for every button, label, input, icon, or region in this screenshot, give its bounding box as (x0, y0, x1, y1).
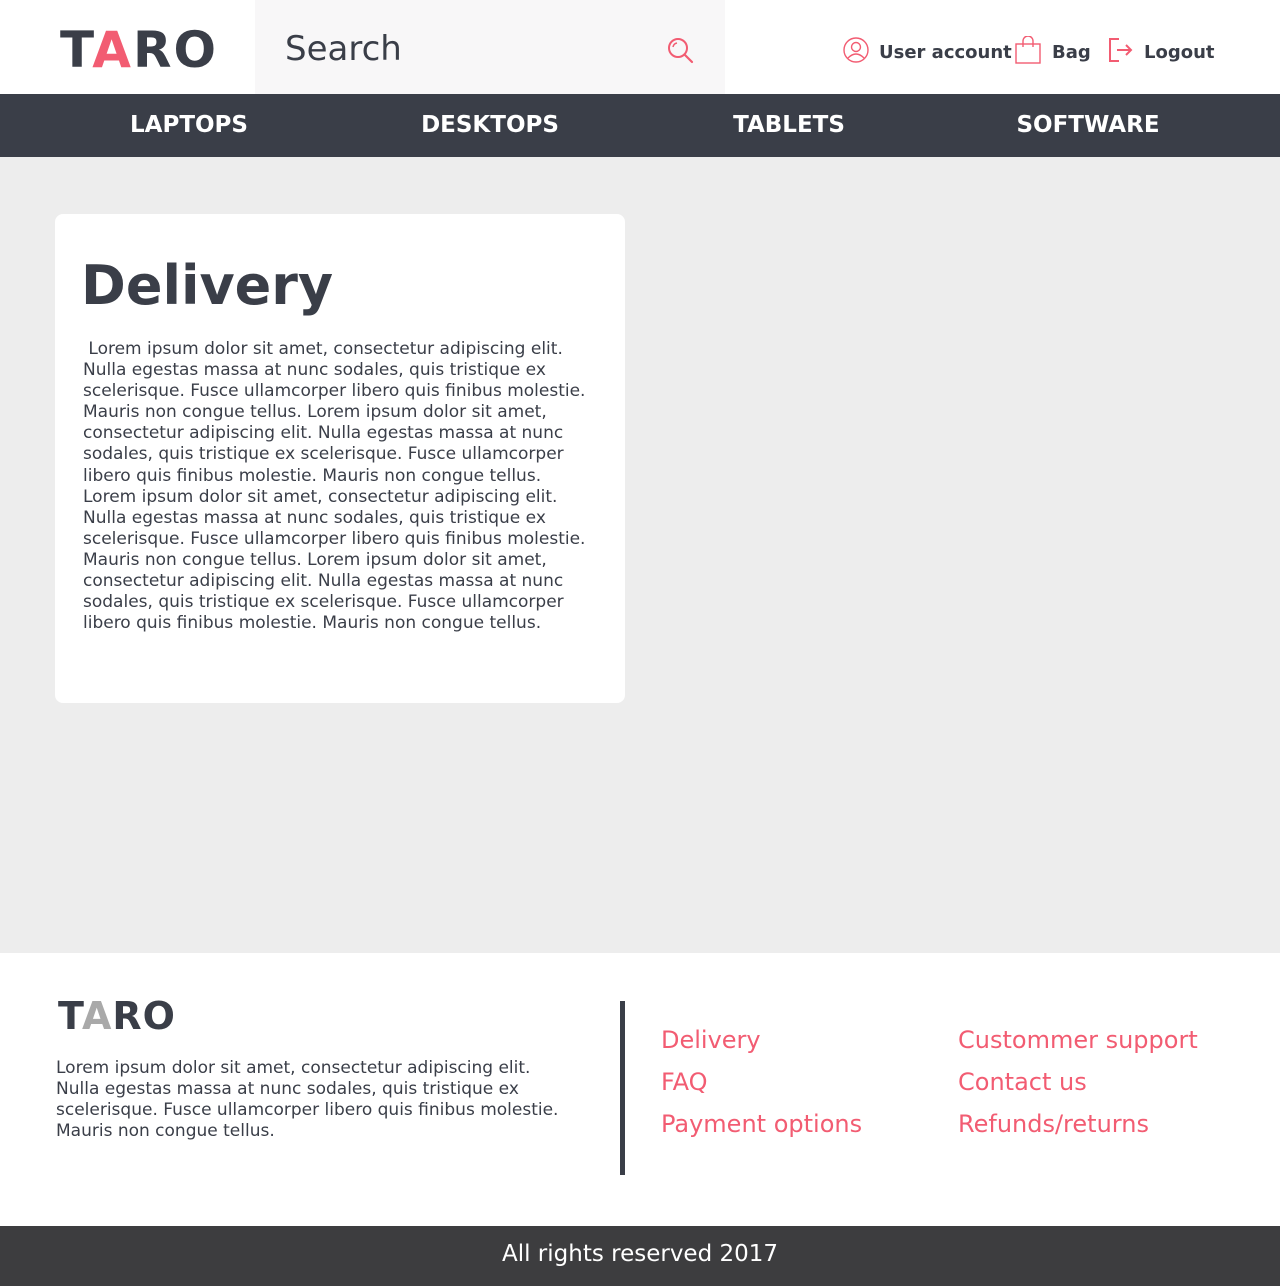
footer-logo-letter-t: T (58, 994, 82, 1038)
user-account-label: User account (879, 41, 1012, 63)
footer: TARO Lorem ipsum dolor sit amet, consect… (0, 953, 1280, 1226)
bag-icon (1014, 34, 1052, 69)
footer-link-refunds-returns[interactable]: Refunds/returns (958, 1109, 1149, 1139)
logout-icon (1108, 37, 1144, 68)
footer-link-delivery[interactable]: Delivery (661, 1025, 761, 1055)
footer-link-faq[interactable]: FAQ (661, 1067, 708, 1097)
copyright-bar: All rights reserved 2017 (0, 1226, 1280, 1286)
footer-link-contact-us[interactable]: Contact us (958, 1067, 1087, 1097)
delivery-card: Delivery Lorem ipsum dolor sit amet, con… (55, 214, 625, 703)
copyright-text: All rights reserved 2017 (501, 1241, 779, 1267)
nav-item-tablets[interactable]: TABLETS (669, 94, 909, 157)
bag-label: Bag (1052, 41, 1091, 63)
logout-link[interactable]: Logout (1108, 36, 1215, 68)
nav-item-desktops[interactable]: DESKTOPS (370, 94, 610, 157)
delivery-text: Lorem ipsum dolor sit amet, consectetur … (83, 339, 586, 634)
page-title: Delivery (81, 254, 334, 317)
nav-item-software[interactable]: SOFTWARE (968, 94, 1208, 157)
bag-link[interactable]: Bag (1014, 34, 1091, 69)
user-icon (843, 36, 879, 68)
footer-logo-letter-a: A (81, 994, 113, 1038)
header: TARO User account (0, 0, 1280, 94)
category-nav: LAPTOPS DESKTOPS TABLETS SOFTWARE (0, 94, 1280, 157)
footer-divider (620, 1001, 625, 1175)
footer-link-customer-support[interactable]: Custommer support (958, 1025, 1198, 1055)
nav-item-laptops[interactable]: LAPTOPS (69, 94, 309, 157)
user-account-link[interactable]: User account (843, 36, 1012, 68)
logout-label: Logout (1144, 41, 1215, 63)
footer-description: Lorem ipsum dolor sit amet, consectetur … (56, 1058, 559, 1142)
footer-logo[interactable]: TARO (58, 995, 176, 1037)
footer-link-payment-options[interactable]: Payment options (661, 1109, 862, 1139)
footer-logo-letters-ro: RO (112, 994, 176, 1038)
header-actions: User account Bag Logout (0, 34, 1280, 69)
